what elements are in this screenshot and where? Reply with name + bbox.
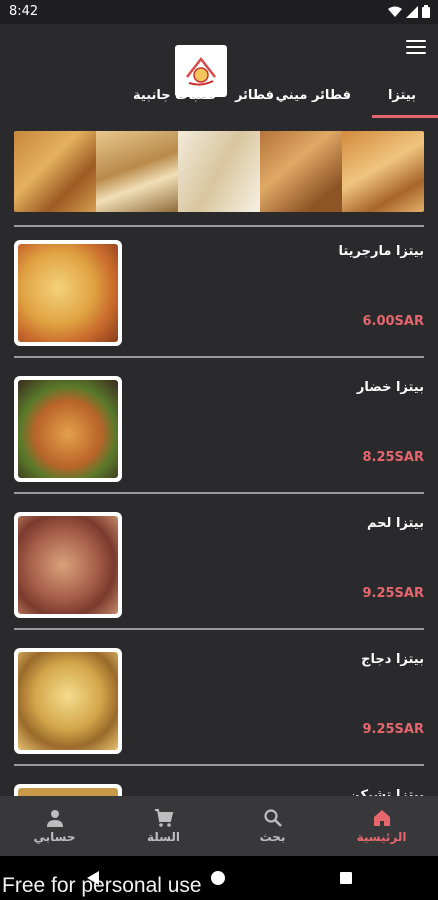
signal-icon xyxy=(406,5,418,18)
item-image xyxy=(14,376,122,482)
banner-image-cheese xyxy=(178,131,260,212)
item-price: 9.25SAR xyxy=(362,722,424,737)
menu-item[interactable]: بيتزا خضار 8.25SAR xyxy=(14,366,424,502)
banner-image-fatayer xyxy=(96,131,178,212)
item-name: بيتزا لحم xyxy=(366,516,424,531)
status-time: 8:42 xyxy=(9,4,39,19)
nav-account[interactable]: حسابي xyxy=(0,796,109,856)
nav-label: السلة xyxy=(146,830,180,844)
item-name: بيتزا تشيكن xyxy=(348,788,424,796)
menu-item[interactable]: بيتزا مارجريتا 6.00SAR xyxy=(14,230,424,366)
item-image xyxy=(14,784,122,796)
home-icon xyxy=(373,810,390,826)
nav-label: بحث xyxy=(259,830,286,844)
menu-item[interactable]: بيتزا دجاج 9.25SAR xyxy=(14,638,424,774)
active-tab-indicator xyxy=(372,115,438,118)
bottom-navigation: حسابي السلة بحث الرئيسية xyxy=(0,796,438,856)
item-image xyxy=(14,512,122,618)
menu-item[interactable]: بيتزا لحم 9.25SAR xyxy=(14,502,424,638)
item-name: بيتزا دجاج xyxy=(361,652,424,667)
item-name: بيتزا خضار xyxy=(356,380,424,395)
item-divider xyxy=(14,492,424,494)
item-price: 8.25SAR xyxy=(362,450,424,465)
wifi-icon xyxy=(388,6,402,17)
status-icons xyxy=(388,5,430,18)
tab-pizza[interactable]: بيتزا xyxy=(388,88,416,103)
item-name: بيتزا مارجريتا xyxy=(338,244,424,259)
battery-icon xyxy=(422,5,430,18)
status-bar: 8:42 xyxy=(0,0,438,24)
nav-label: حسابي xyxy=(33,830,76,844)
banner-image-sambousek xyxy=(14,131,96,212)
menu-item[interactable]: بيتزا تشيكن xyxy=(14,774,424,796)
tab-pies[interactable]: فطائر xyxy=(235,88,274,103)
nav-cart[interactable]: السلة xyxy=(109,796,218,856)
item-image xyxy=(14,240,122,346)
item-image xyxy=(14,648,122,754)
search-icon xyxy=(263,809,282,827)
item-divider xyxy=(14,764,424,766)
watermark: Free for personal use xyxy=(2,874,202,897)
item-divider xyxy=(14,628,424,630)
nav-home[interactable]: الرئيسية xyxy=(327,796,436,856)
item-divider xyxy=(14,356,424,358)
promo-banner[interactable] xyxy=(14,131,424,212)
recents-icon[interactable] xyxy=(339,871,353,885)
banner-image-pastry xyxy=(260,131,342,212)
hamburger-menu-icon[interactable] xyxy=(406,40,426,56)
cart-icon xyxy=(154,809,173,827)
tab-mini-pies[interactable]: فطائر ميني xyxy=(276,88,351,103)
item-price: 9.25SAR xyxy=(362,586,424,601)
tab-side-orders[interactable]: طلبات جانبية xyxy=(133,88,216,103)
home-circle-icon[interactable] xyxy=(210,870,226,886)
nav-label: الرئيسية xyxy=(356,830,407,844)
item-price: 6.00SAR xyxy=(362,314,424,329)
nav-search[interactable]: بحث xyxy=(218,796,327,856)
banner-image-pies xyxy=(342,131,424,212)
section-divider xyxy=(14,225,424,227)
category-tabs: بيتزا فطائر ميني فطائر طلبات جانبية xyxy=(0,84,438,118)
menu-item-list: بيتزا مارجريتا 6.00SAR بيتزا خضار 8.25SA… xyxy=(0,230,438,796)
person-icon xyxy=(46,810,63,827)
